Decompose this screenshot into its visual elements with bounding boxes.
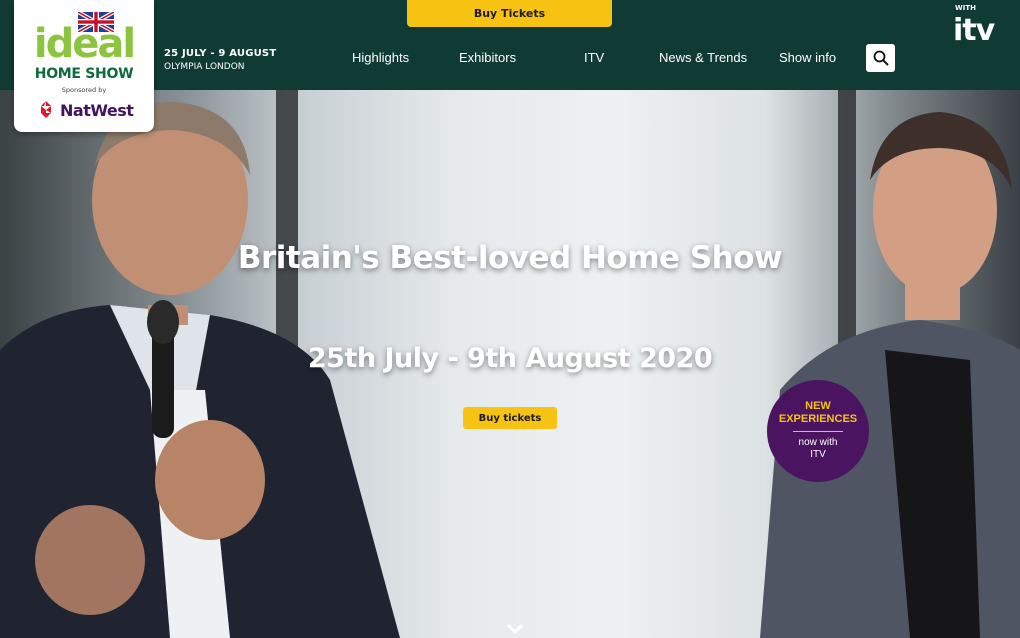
nav-itv[interactable]: ITV [584,50,604,65]
nav-show-info[interactable]: Show info [779,50,836,65]
search-button[interactable] [866,44,895,72]
show-dates-range: 25 JULY - 9 AUGUST [164,48,277,59]
nav-news-trends[interactable]: News & Trends [659,50,747,65]
hero-date: 25th July - 9th August 2020 [307,343,713,374]
buy-tickets-top-button[interactable]: Buy Tickets [407,0,612,27]
logo-ideal-text: ideal [33,21,136,67]
search-icon [873,50,889,66]
badge-line-itv: ITV [810,449,826,460]
badge-line-now-with: now with [798,437,838,448]
itv-logo[interactable]: itv [953,13,995,48]
badge-line-experiences: EXPERIENCES [778,413,858,425]
new-experiences-badge[interactable]: NEW EXPERIENCES now with ITV [767,380,869,482]
natwest-label: NatWest [60,100,134,120]
with-label: WITH [955,4,976,12]
chevron-down-icon[interactable] [505,622,525,636]
logo-sponsored-by: Sponsored by [61,86,107,94]
natwest-mark-icon [41,101,51,118]
nav-highlights[interactable]: Highlights [352,50,409,65]
hero-title: Britain's Best-loved Home Show [237,240,783,276]
natwest-logo: NatWest [36,98,146,122]
site-header: Buy Tickets ideal HOME SHOW Sponsored by… [0,0,1020,132]
badge-divider [793,431,843,432]
ideal-home-show-logo[interactable]: ideal HOME SHOW Sponsored by NatWest [14,0,154,132]
show-dates: 25 JULY - 9 AUGUST OLYMPIA LONDON [164,48,276,72]
badge-line-new: NEW [805,400,831,412]
buy-tickets-hero-button[interactable]: Buy tickets [463,407,557,429]
logo-home-show-text: HOME SHOW [34,66,134,82]
show-venue: OLYMPIA LONDON [164,62,245,72]
nav-exhibitors[interactable]: Exhibitors [459,50,516,65]
hero-banner: Britain's Best-loved Home Show 25th July… [0,90,1020,638]
